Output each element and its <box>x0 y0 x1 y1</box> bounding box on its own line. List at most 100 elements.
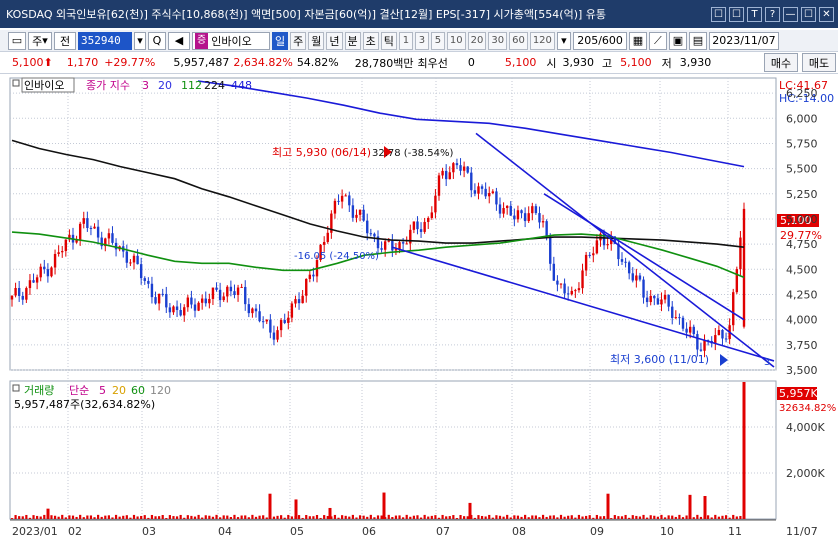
volume-tick-label: 2,000K <box>786 467 825 480</box>
volume-bar <box>556 517 559 519</box>
volume-bar <box>280 515 283 519</box>
candle-body <box>64 239 68 252</box>
save-icon[interactable]: ▣ <box>668 31 687 50</box>
period-num-5[interactable]: 5 <box>430 31 445 50</box>
grid-icon[interactable]: ▦ <box>628 31 647 50</box>
volume-bar <box>226 515 229 519</box>
candle-body <box>570 290 573 295</box>
volume-spike <box>328 507 332 519</box>
stock-chart[interactable]: 인바이오 종가 지수 3 20 112 224 448 LC:41.67 HC:… <box>0 76 838 540</box>
candle-body <box>685 328 688 333</box>
period-day[interactable]: 일 <box>272 31 289 50</box>
minimize-icon[interactable]: — <box>783 6 798 22</box>
window-link-icon[interactable]: ☐ <box>711 6 726 22</box>
candle-body <box>588 254 591 256</box>
candle-body <box>25 288 28 300</box>
period-num-1[interactable]: 1 <box>398 31 413 50</box>
period-num-60[interactable]: 60 <box>509 31 528 50</box>
candle-body <box>183 307 186 316</box>
volume-bar <box>312 516 315 519</box>
code-dropdown-icon[interactable]: ▾ <box>134 31 146 50</box>
period-num-30[interactable]: 30 <box>488 31 508 50</box>
candle-body <box>595 240 599 254</box>
volume-bar <box>290 516 293 519</box>
candle-body <box>244 286 247 305</box>
volume-bar <box>89 515 93 519</box>
period-num-20[interactable]: 20 <box>467 31 487 50</box>
volume-bar <box>197 514 200 519</box>
volume-bar <box>132 514 136 519</box>
window-tile-icon[interactable]: ☐ <box>729 6 744 22</box>
volume-bar <box>107 515 110 519</box>
candle-body <box>387 240 390 242</box>
volume-bar <box>531 515 534 519</box>
window-text-icon[interactable]: T <box>747 6 762 22</box>
volume-bar <box>692 517 695 519</box>
sell-button[interactable]: 매도 <box>802 53 836 72</box>
volume-bar <box>186 515 189 519</box>
stock-name-box[interactable]: 증 인바이오 <box>192 31 270 50</box>
candle-body <box>150 283 154 298</box>
close-icon[interactable]: ✕ <box>819 6 834 22</box>
volume-bar <box>36 515 39 519</box>
volume-bar <box>416 515 419 519</box>
period-tick[interactable]: 틱 <box>380 31 397 50</box>
candle-body <box>93 226 96 229</box>
x-tick-label: 05 <box>290 525 304 538</box>
interval-select[interactable]: 주 ▾ <box>28 31 52 50</box>
candle-body <box>459 165 462 171</box>
calendar-icon[interactable]: ▤ <box>688 31 707 50</box>
period-num-3[interactable]: 3 <box>414 31 429 50</box>
candle-body <box>688 326 692 333</box>
candle-body <box>211 287 215 299</box>
speaker-icon[interactable]: ◀ <box>168 31 190 50</box>
candle-body <box>366 220 369 234</box>
maximize-icon[interactable]: ☐ <box>801 6 816 22</box>
count-field[interactable]: 205/600 <box>572 31 627 50</box>
search-icon[interactable]: Q <box>148 31 166 50</box>
volume-bar <box>398 515 401 519</box>
period-week[interactable]: 주 <box>290 31 307 50</box>
period-num-10[interactable]: 10 <box>446 31 466 50</box>
window-title: KOSDAQ 외국인보유[62(천)] 주식수[10,868(천)] 액면[50… <box>6 8 607 21</box>
volume-bar <box>602 516 606 519</box>
candle-body <box>484 188 487 197</box>
candle-body <box>272 332 276 340</box>
candle-body <box>172 306 175 313</box>
candle-body <box>380 248 383 250</box>
period-year[interactable]: 년 <box>326 31 343 50</box>
volume-bar <box>287 514 290 519</box>
volume-last-label: 5,957K <box>779 387 818 400</box>
candle-body <box>742 208 746 327</box>
period-num-120[interactable]: 120 <box>529 31 555 50</box>
date-input[interactable]: 2023/11/07 <box>708 31 779 50</box>
buy-button[interactable]: 매수 <box>764 53 798 72</box>
prev-button[interactable]: 전 <box>54 31 76 50</box>
chart-area[interactable]: 인바이오 종가 지수 3 20 112 224 448 LC:41.67 HC:… <box>0 76 838 540</box>
period-minute[interactable]: 분 <box>344 31 361 50</box>
candle-body <box>488 193 491 197</box>
candle-body <box>82 218 85 224</box>
low-label: 저 <box>661 56 672 70</box>
volume-bar <box>114 514 118 519</box>
volume-bar <box>674 516 677 519</box>
candle-body <box>674 317 678 319</box>
volume-bar <box>646 517 649 519</box>
trend-icon[interactable]: ⟋ <box>648 31 667 50</box>
volume-bar <box>520 516 523 519</box>
period-second[interactable]: 초 <box>362 31 379 50</box>
volume-bar <box>570 515 573 519</box>
period-month[interactable]: 월 <box>308 31 325 50</box>
candle-body <box>513 215 516 220</box>
layout-icon[interactable]: ▭ <box>8 31 26 50</box>
volume-bar <box>480 515 484 519</box>
stock-code-input[interactable] <box>78 31 132 50</box>
period-dropdown-icon[interactable]: ▾ <box>556 31 571 50</box>
candle-body <box>348 195 351 206</box>
volume-bar <box>43 514 46 519</box>
candle-body <box>14 288 17 296</box>
volume-bar <box>315 514 319 519</box>
volume-bar <box>86 515 89 519</box>
candle-body <box>721 329 724 339</box>
help-icon[interactable]: ? <box>765 6 780 22</box>
